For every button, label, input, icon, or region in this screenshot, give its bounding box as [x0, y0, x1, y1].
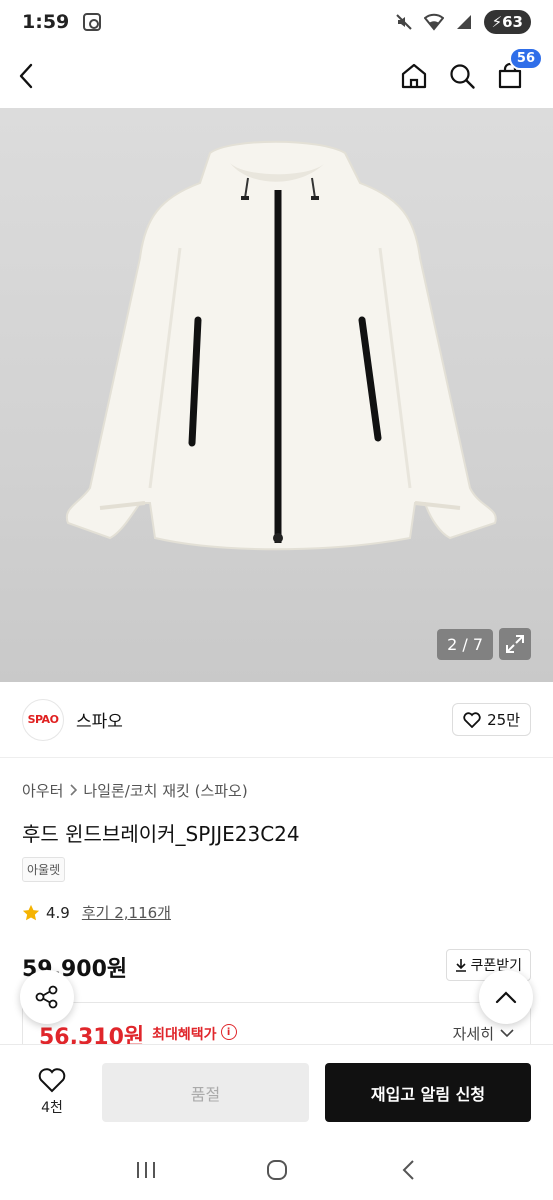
- breadcrumb-item[interactable]: 아우터: [22, 780, 63, 801]
- brand-like-count: 25만: [487, 711, 520, 729]
- wishlist-count: 4천: [41, 1100, 63, 1116]
- back-nav-icon: [402, 1160, 414, 1180]
- battery-indicator: ⚡ 63: [483, 10, 531, 34]
- expand-image-button[interactable]: [499, 628, 531, 660]
- rating-value: 4.9: [46, 903, 70, 922]
- product-title: 후드 윈드브레이커_SPJJE23C24: [22, 822, 300, 846]
- heart-icon: [38, 1068, 66, 1093]
- search-button[interactable]: [447, 61, 477, 91]
- outlet-tag: 아울렛: [22, 857, 66, 882]
- search-icon: [450, 64, 475, 89]
- back-button[interactable]: [18, 56, 58, 96]
- max-benefit-label: 최대혜택가: [152, 1027, 217, 1043]
- share-icon: [35, 985, 58, 1009]
- benefit-detail-link[interactable]: 자세히: [453, 1023, 514, 1044]
- product-image: [65, 140, 497, 551]
- recents-button[interactable]: [126, 1150, 166, 1190]
- chevron-up-icon: [495, 991, 517, 1004]
- status-icons: ⚡ 63: [394, 10, 531, 34]
- brand-name[interactable]: 스파오: [76, 707, 123, 732]
- restock-alert-button[interactable]: 재입고 알림 신청: [325, 1063, 531, 1122]
- star-icon: [22, 904, 40, 920]
- rating-row: 4.9 후기 2,116개: [22, 902, 171, 923]
- breadcrumb-item[interactable]: 나일론/코치 재킷 (스파오): [83, 780, 247, 801]
- battery-level: 63: [502, 13, 523, 31]
- chevron-down-icon: [500, 1029, 514, 1038]
- wishlist-button[interactable]: 4천: [20, 1068, 84, 1117]
- detail-label: 자세히: [452, 1025, 494, 1043]
- screenshot-icon: [83, 13, 102, 31]
- cart-button[interactable]: 56: [495, 47, 543, 91]
- download-icon: [456, 959, 467, 972]
- brand-logo[interactable]: SPAO: [22, 698, 64, 741]
- recents-icon: [136, 1162, 155, 1178]
- mute-icon: [394, 12, 414, 32]
- signal-icon: [454, 12, 474, 32]
- breadcrumb: 아우터 나일론/코치 재킷 (스파오): [22, 780, 248, 801]
- home-icon: [401, 63, 427, 89]
- brand-logo-text: SPAO: [27, 713, 59, 726]
- home-nav-icon: [266, 1160, 287, 1180]
- purchase-action-bar: 4천 품절 재입고 알림 신청: [0, 1044, 553, 1140]
- expand-icon: [506, 635, 524, 653]
- top-header: 56: [0, 44, 553, 108]
- brand-row: SPAO 스파오 25만: [0, 682, 553, 758]
- back-nav-button[interactable]: [388, 1150, 428, 1190]
- wifi-icon: [423, 12, 444, 32]
- system-nav-bar: [0, 1140, 553, 1200]
- brand-like-button[interactable]: 25만: [452, 703, 531, 736]
- chevron-right-icon: [69, 782, 78, 800]
- product-image-gallery[interactable]: 2 / 7: [0, 108, 553, 682]
- heart-icon: [463, 711, 481, 728]
- header-actions: 56: [399, 47, 543, 91]
- charging-icon: ⚡: [491, 13, 503, 31]
- soldout-button: 품절: [102, 1063, 309, 1122]
- share-button[interactable]: [20, 970, 74, 1024]
- review-link[interactable]: 후기 2,116개: [82, 902, 171, 923]
- home-nav-button[interactable]: [257, 1150, 297, 1190]
- scroll-top-button[interactable]: [479, 970, 533, 1024]
- back-arrow-icon: [19, 63, 33, 89]
- cart-badge: 56: [508, 47, 543, 70]
- home-button[interactable]: [399, 61, 429, 91]
- status-time: 1:59: [22, 11, 70, 33]
- image-counter: 2 / 7: [437, 629, 493, 660]
- info-icon[interactable]: i: [220, 1024, 237, 1040]
- status-bar: 1:59 ⚡ 63: [0, 0, 553, 44]
